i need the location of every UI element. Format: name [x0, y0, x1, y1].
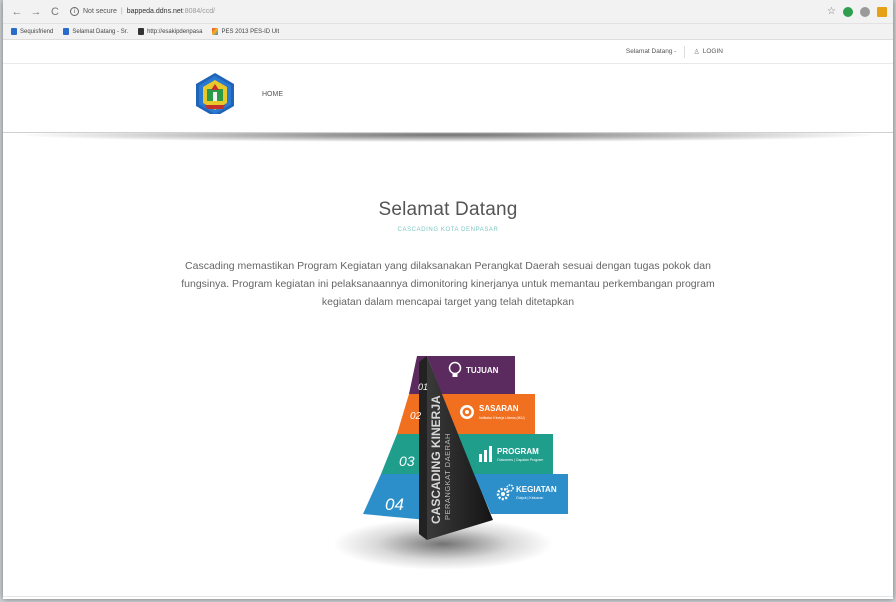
- bookmark-favicon-icon: [138, 28, 145, 35]
- info-icon[interactable]: i: [70, 7, 79, 16]
- bookmarks-bar: Sequisfriend Selamat Datang - Sr. http:/…: [3, 24, 893, 40]
- bookmark-favicon-icon: [63, 28, 70, 35]
- level-sub-program: Outcomes | Capaian Program: [497, 458, 543, 462]
- extension-icon[interactable]: [843, 6, 853, 17]
- level-band-sasaran: [442, 394, 535, 434]
- bookmark-item[interactable]: http://esakipdenpasa: [138, 28, 202, 35]
- welcome-text: Selamat Datang -: [625, 48, 677, 55]
- browser-window: ← → C i Not secure | bappeda.ddns.net :8…: [3, 0, 893, 599]
- footer-divider: [3, 596, 893, 597]
- level-label-program: PROGRAM: [497, 447, 539, 456]
- step-number-02: 02: [410, 411, 422, 422]
- not-secure-label: Not secure: [83, 8, 117, 15]
- extension-icon[interactable]: [860, 6, 870, 17]
- level-label-sasaran: SASARAN: [479, 404, 519, 413]
- url-path: :8084/ccd/: [182, 8, 216, 15]
- pyramid-side-subtitle: PERANGKAT DAERAH: [443, 433, 452, 520]
- header-shadow: [3, 114, 893, 146]
- level-band-tujuan: [427, 356, 515, 394]
- bookmark-item[interactable]: Selamat Datang - Sr.: [63, 28, 128, 35]
- bookmark-star-icon[interactable]: ☆: [827, 6, 836, 17]
- extension-icon[interactable]: [877, 6, 887, 17]
- site-topbar: Selamat Datang - ♙ LOGIN: [3, 40, 893, 64]
- url-host: bappeda.ddns.net: [126, 8, 183, 15]
- nav-home-link[interactable]: HOME: [262, 91, 283, 98]
- bookmark-item[interactable]: PES 2013 PES-ID Ult: [212, 28, 279, 35]
- pyramid-side-title: CASCADING KINERJA: [429, 395, 443, 524]
- cascading-pyramid-infographic: 01 02 03 04 CASCADING KINERJA PERANGKAT …: [333, 356, 568, 570]
- step-number-01: 01: [418, 382, 428, 392]
- back-icon[interactable]: ←: [9, 4, 25, 20]
- login-link[interactable]: ♙ LOGIN: [693, 48, 723, 56]
- user-icon: ♙: [693, 48, 700, 56]
- level-label-kegiatan: KEGIATAN: [516, 485, 557, 494]
- bookmark-item[interactable]: Sequisfriend: [11, 28, 53, 35]
- level-sasaran: SASARAN Indikator Kinerja Utama (IKU): [460, 404, 525, 420]
- browser-toolbar: ← → C i Not secure | bappeda.ddns.net :8…: [3, 0, 893, 24]
- level-sub-kegiatan: Output | Keluaran: [516, 496, 543, 500]
- level-sub-sasaran: Indikator Kinerja Utama (IKU): [479, 416, 525, 420]
- level-label-tujuan: TUJUAN: [466, 366, 499, 375]
- page-description: Cascading memastikan Program Kegiatan ya…: [181, 260, 715, 308]
- page-title: Selamat Datang: [378, 199, 518, 220]
- hero-section: Selamat Datang CASCADING KOTA DENPASAR C…: [3, 199, 893, 311]
- step-number-03: 03: [399, 453, 415, 469]
- bookmark-favicon-icon: [212, 28, 219, 35]
- page-subtitle: CASCADING KOTA DENPASAR: [397, 227, 499, 233]
- step-number-04: 04: [385, 495, 404, 514]
- bookmark-favicon-icon: [11, 28, 17, 35]
- reload-icon[interactable]: C: [47, 4, 63, 20]
- address-bar[interactable]: i Not secure | bappeda.ddns.net :8084/cc…: [70, 4, 215, 20]
- forward-icon[interactable]: →: [28, 4, 44, 20]
- url-separator: |: [120, 8, 123, 15]
- topbar-divider: [684, 45, 686, 58]
- denpasar-logo-icon[interactable]: [195, 72, 235, 118]
- target-icon: [460, 405, 474, 419]
